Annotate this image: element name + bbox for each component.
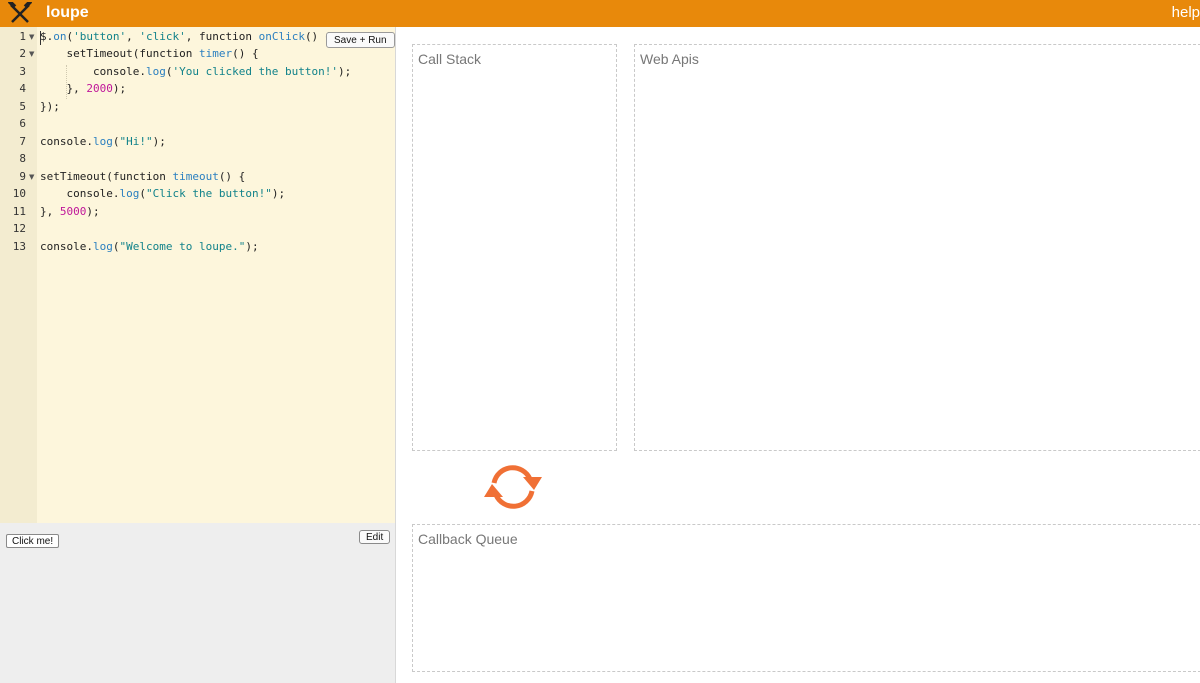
call-stack-panel: Call Stack <box>412 44 617 451</box>
edit-button[interactable]: Edit <box>359 530 391 544</box>
line-number: 5 <box>19 100 26 113</box>
line-number: 12 <box>12 222 26 235</box>
line-gutter: 1 ▼ 2 ▼ 3 4 5 6 7 8 9 ▼ 10 11 12 13 <box>0 27 37 523</box>
web-apis-panel: Web Apis <box>634 44 1200 451</box>
code-line[interactable]: console.log("Click the button!"); <box>40 187 285 200</box>
code-line[interactable]: $.on('button', 'click', function onClick… <box>40 30 331 43</box>
code-editor[interactable]: 1 ▼ 2 ▼ 3 4 5 6 7 8 9 ▼ 10 11 12 13 $.on… <box>0 27 395 523</box>
line-number: 4 <box>19 82 26 95</box>
line-number: 11 <box>12 205 26 218</box>
fold-arrow-icon[interactable]: ▼ <box>29 33 34 41</box>
code-line[interactable]: }, 2000); <box>40 82 126 95</box>
code-line[interactable]: console.log("Welcome to loupe."); <box>40 240 259 253</box>
call-stack-label: Call Stack <box>418 51 482 67</box>
line-number: 13 <box>12 240 26 253</box>
help-link[interactable]: help <box>1172 4 1200 21</box>
fold-arrow-icon[interactable]: ▼ <box>29 50 34 58</box>
web-apis-label: Web Apis <box>640 51 699 67</box>
line-number: 2 <box>19 47 26 60</box>
click-me-button[interactable]: Click me! <box>6 534 60 548</box>
refresh-loop-icon <box>484 465 542 509</box>
code-line[interactable]: console.log("Hi!"); <box>40 135 166 148</box>
top-bar: loupe help <box>0 0 1200 27</box>
code-line[interactable]: console.log('You clicked the button!'); <box>40 65 351 78</box>
code-line[interactable]: }, 5000); <box>40 205 100 218</box>
line-number: 1 <box>19 30 26 43</box>
preview-pane: Click me! Edit <box>0 523 395 683</box>
save-run-button[interactable]: Save + Run <box>326 32 395 48</box>
crossed-hammers-icon <box>8 2 32 23</box>
code-line[interactable]: setTimeout(function timeout() { <box>40 170 245 183</box>
line-number: 8 <box>19 152 26 165</box>
callback-queue-label: Callback Queue <box>418 531 518 547</box>
line-number: 7 <box>19 135 26 148</box>
left-panel: 1 ▼ 2 ▼ 3 4 5 6 7 8 9 ▼ 10 11 12 13 $.on… <box>0 27 396 683</box>
code-line[interactable]: setTimeout(function timer() { <box>40 47 258 60</box>
code-line[interactable]: }); <box>40 100 60 113</box>
fold-arrow-icon[interactable]: ▼ <box>29 173 34 181</box>
line-number: 3 <box>19 65 26 78</box>
line-number: 9 <box>19 170 26 183</box>
app-title[interactable]: loupe <box>46 4 89 22</box>
callback-queue-panel: Callback Queue <box>412 524 1200 672</box>
line-number: 10 <box>12 187 26 200</box>
line-number: 6 <box>19 117 26 130</box>
